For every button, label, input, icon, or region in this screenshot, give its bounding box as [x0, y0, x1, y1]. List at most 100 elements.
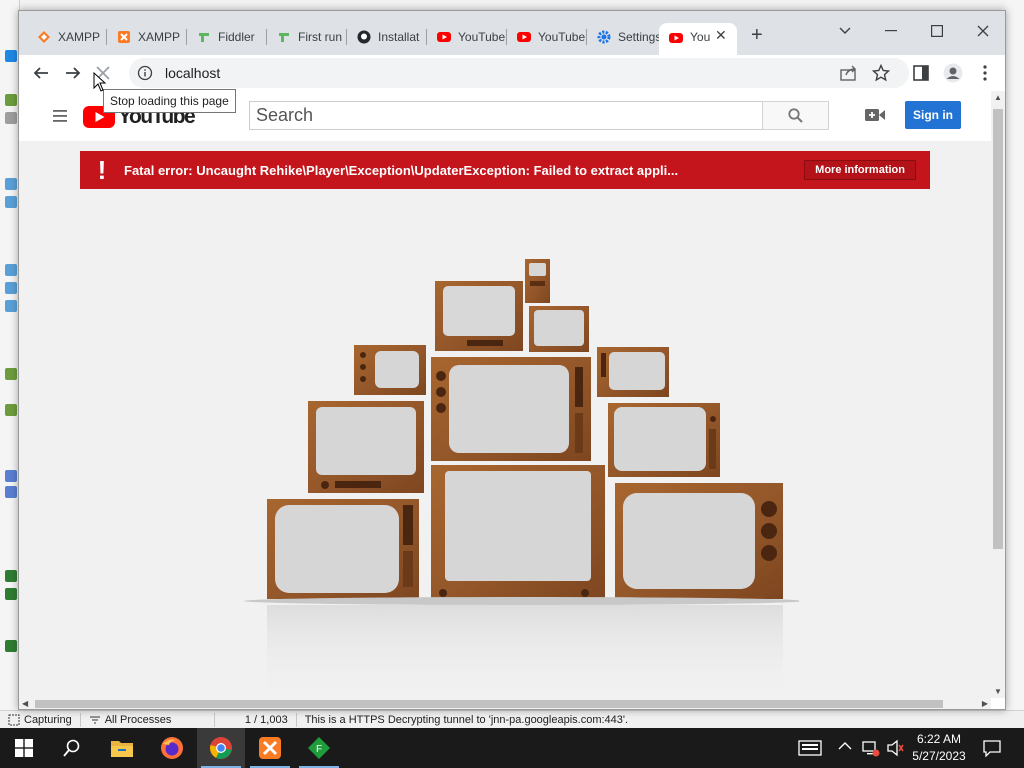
back-button[interactable]: [27, 59, 55, 87]
folder-icon: [111, 741, 133, 757]
taskbar-task-view[interactable]: [786, 728, 834, 768]
gear-icon: [597, 30, 611, 44]
system-clock[interactable]: 6:22 AM 5/27/2023: [906, 731, 972, 765]
tab-fiddler[interactable]: Fiddler: [187, 23, 267, 51]
taskbar-search-button[interactable]: [48, 728, 96, 768]
tv-left-small: [354, 345, 426, 395]
info-icon[interactable]: [137, 65, 153, 81]
guide-menu-icon[interactable]: [53, 110, 67, 125]
minimize-button[interactable]: [871, 17, 911, 45]
mouse-cursor-icon: [93, 72, 107, 92]
search-button[interactable]: [762, 101, 829, 130]
share-icon[interactable]: [839, 63, 859, 83]
youtube-icon: [669, 31, 683, 45]
keyboard-icon: [798, 740, 822, 756]
capturing-indicator[interactable]: Capturing: [0, 712, 81, 727]
maximize-button[interactable]: [917, 17, 957, 45]
tv-bottom-left: [267, 499, 419, 599]
tab-installation[interactable]: Installat: [347, 23, 427, 51]
taskbar-file-explorer[interactable]: [98, 728, 146, 768]
sign-in-button[interactable]: Sign in: [905, 101, 961, 129]
bookmark-star-icon[interactable]: [871, 63, 891, 83]
session-icon: [5, 368, 17, 380]
profile-avatar-icon[interactable]: [943, 63, 963, 83]
youtube-icon: [437, 30, 451, 44]
svg-text:F: F: [316, 744, 322, 755]
forward-button[interactable]: [59, 59, 87, 87]
github-icon: [357, 30, 371, 44]
taskbar-fiddler[interactable]: F: [295, 728, 343, 768]
tab-xampp-1[interactable]: XAMPP: [27, 23, 107, 51]
horizontal-scroll-thumb[interactable]: [35, 700, 943, 708]
kebab-menu-icon[interactable]: [975, 63, 995, 83]
scroll-down-icon[interactable]: ▼: [994, 687, 1002, 696]
upload-video-icon[interactable]: [865, 108, 885, 125]
scroll-right-icon[interactable]: ▶: [982, 699, 988, 708]
session-icon: [5, 570, 17, 582]
vertical-scrollbar[interactable]: ▲ ▼: [991, 91, 1005, 698]
tab-settings[interactable]: Settings: [587, 23, 667, 51]
exclamation-icon: !: [97, 154, 107, 185]
taskbar-chrome[interactable]: [197, 728, 245, 768]
clock-date: 5/27/2023: [912, 749, 966, 763]
close-window-button[interactable]: [963, 17, 1003, 45]
session-count-label: 1 / 1,003: [244, 713, 288, 726]
maximize-icon: [931, 25, 943, 37]
tab-label: You: [690, 30, 711, 44]
scroll-up-icon[interactable]: ▲: [994, 93, 1002, 102]
floor-reflection: [267, 605, 783, 698]
volume-muted-icon[interactable]: [886, 739, 904, 760]
network-icon[interactable]: [862, 739, 880, 760]
close-tab-icon[interactable]: ✕: [715, 27, 727, 44]
start-button[interactable]: [0, 728, 48, 768]
process-filter[interactable]: All Processes: [81, 712, 215, 727]
search-input[interactable]: Search: [249, 101, 763, 130]
error-message: Fatal error: Uncaught Rehike\Player\Exce…: [124, 162, 679, 178]
taskbar-xampp[interactable]: [246, 728, 294, 768]
vertical-scroll-thumb[interactable]: [993, 109, 1003, 549]
tab-label: XAMPP: [138, 30, 181, 44]
session-icon: [5, 94, 17, 106]
tv-middle: [431, 357, 591, 461]
floor-shadow: [244, 597, 799, 605]
tab-first-run[interactable]: First run: [267, 23, 347, 51]
address-bar[interactable]: localhost: [129, 58, 909, 88]
new-tab-button[interactable]: +: [751, 24, 763, 47]
chevron-down-icon: [839, 27, 851, 34]
tv-upper-left: [435, 281, 523, 351]
tab-youtube-1[interactable]: YouTube: [427, 23, 507, 51]
session-icon: [5, 264, 17, 276]
side-panel-icon[interactable]: [911, 63, 931, 83]
session-count: 1 / 1,003: [215, 712, 297, 727]
tab-xampp-2[interactable]: XAMPP: [107, 23, 187, 51]
session-icon: [5, 404, 17, 416]
tab-youtube-2[interactable]: YouTube: [507, 23, 587, 51]
tab-search-button[interactable]: [825, 17, 865, 45]
error-banner: ! Fatal error: Uncaught Rehike\Player\Ex…: [80, 151, 930, 189]
scroll-left-icon[interactable]: ◀: [22, 699, 28, 708]
arrow-right-icon: [66, 67, 81, 79]
notification-center-button[interactable]: [968, 728, 1016, 768]
fiddler-right-pane: [1006, 0, 1024, 710]
web-page: YouTube Search Sign in ! Fatal error: Un…: [19, 91, 991, 698]
fiddler-icon: F: [308, 737, 330, 759]
more-information-button[interactable]: More information: [804, 160, 916, 180]
horizontal-scrollbar[interactable]: ◀ ▶: [19, 698, 991, 709]
windows-taskbar: F 6:22 AM 5/27/2023: [0, 728, 1024, 768]
session-icon: [5, 300, 17, 312]
session-icon: [5, 588, 17, 600]
xampp-logo-icon: [117, 30, 131, 44]
xampp-logo-icon: [259, 737, 281, 759]
search-placeholder: Search: [256, 105, 314, 125]
xampp-orange-icon: [37, 30, 51, 44]
taskbar-firefox[interactable]: [148, 728, 196, 768]
tray-chevron-up-icon[interactable]: [838, 740, 852, 754]
minimize-icon: [885, 30, 897, 32]
fiddler-session-icons: [0, 0, 20, 710]
browser-toolbar: localhost: [19, 55, 1005, 91]
tv-upper-right: [529, 306, 589, 352]
session-icon: [5, 282, 17, 294]
session-icon: [5, 178, 17, 190]
broken-tv-illustration: [244, 259, 799, 698]
tab-label: Fiddler: [218, 30, 255, 44]
